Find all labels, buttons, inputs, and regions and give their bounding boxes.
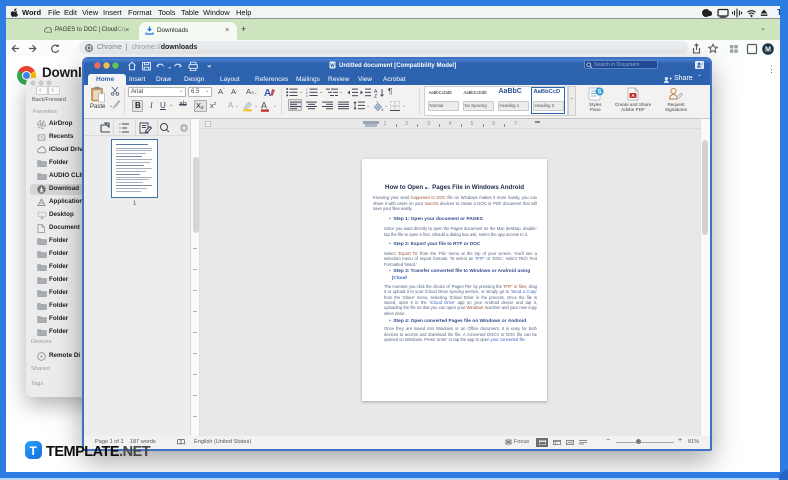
svg-text:S: S bbox=[597, 90, 601, 96]
svg-text:3: 3 bbox=[306, 94, 308, 97]
svg-text:Z: Z bbox=[374, 94, 377, 98]
svg-text:A: A bbox=[264, 88, 271, 98]
svg-text:A: A bbox=[261, 101, 267, 111]
svg-text:M: M bbox=[765, 46, 771, 53]
